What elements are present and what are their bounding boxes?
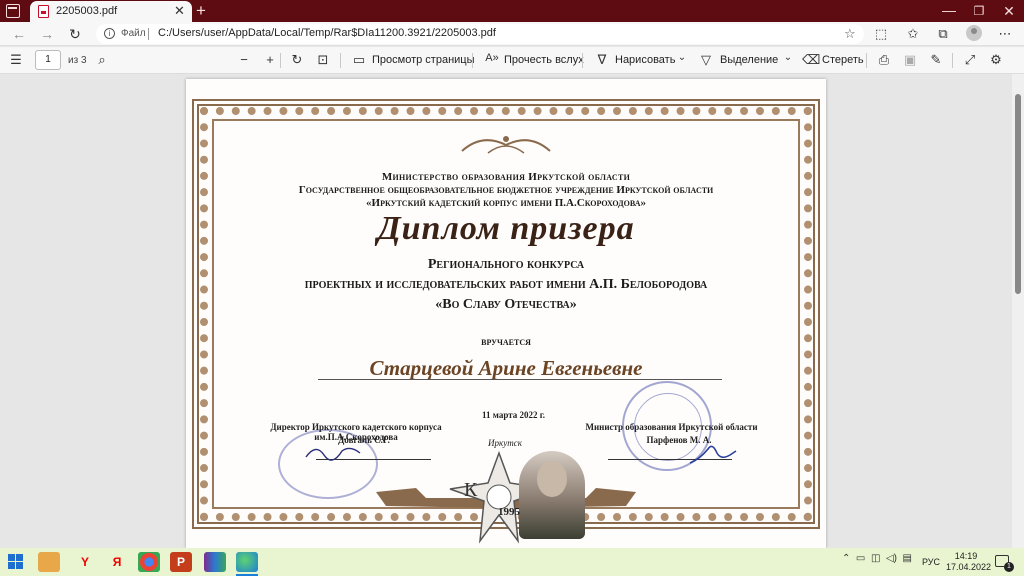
ministry-heading: Министерство образования Иркутской облас… — [381, 171, 631, 183]
page-view-icon[interactable]: ▭ — [351, 52, 367, 68]
edge-icon[interactable] — [236, 552, 258, 572]
divider — [952, 53, 953, 68]
read-aloud-button[interactable]: Прочесть вслух — [504, 54, 584, 66]
tab-close-icon[interactable]: ✕ — [174, 3, 185, 19]
fullscreen-icon[interactable]: ⤢ — [962, 52, 978, 68]
contents-list-icon[interactable]: ☰ — [8, 52, 24, 68]
pdf-toolbar: ☰ 1 из 3 ⌕ − + ↻ ⊡ ▭ Просмотр страницы A… — [0, 47, 1024, 74]
page-count: из 3 — [68, 55, 87, 66]
contest-line-2: проектных и исследовательских работ имен… — [304, 277, 708, 292]
minister-signature — [689, 445, 737, 464]
divider — [472, 53, 473, 68]
page-view-button[interactable]: Просмотр страницы — [372, 54, 475, 66]
search-icon[interactable]: ⌕ — [94, 52, 110, 68]
url-text[interactable]: C:/Users/user/AppData/Local/Temp/Rar$DIa… — [158, 27, 496, 39]
settings-gear-icon[interactable]: ⚙ — [988, 52, 1004, 68]
zoom-out-icon[interactable]: − — [236, 52, 252, 67]
page-number-input[interactable]: 1 — [35, 50, 61, 70]
favorite-star-icon[interactable]: ☆ — [844, 26, 856, 42]
winrar-icon[interactable] — [204, 552, 226, 572]
forward-arrow-icon[interactable]: → — [38, 25, 56, 43]
award-date: 11 марта 2022 г. — [482, 410, 546, 420]
title-bar: 2205003.pdf ✕ + — ❐ ✕ — [0, 0, 1024, 22]
general-portrait — [519, 451, 585, 539]
tab-active[interactable]: 2205003.pdf ✕ — [30, 1, 192, 22]
fit-page-icon[interactable]: ⊡ — [315, 52, 331, 68]
window-menu-icon[interactable] — [6, 4, 20, 18]
info-icon[interactable]: i — [104, 28, 115, 39]
yandex-icon[interactable]: Я — [106, 552, 128, 572]
chrome-icon[interactable] — [138, 552, 160, 572]
draw-button[interactable]: Нарисовать — [615, 54, 675, 66]
recipient-name: Старцевой Арине Евгеньевне — [369, 356, 643, 380]
system-tray-icons[interactable]: ⌃ ▭ ◫ ◁) ▤ — [842, 553, 912, 564]
divider — [280, 53, 281, 68]
close-window-button[interactable]: ✕ — [994, 0, 1024, 22]
profile-avatar[interactable] — [966, 25, 982, 41]
emblem-city-label: Иркутск — [488, 438, 522, 448]
save-icon[interactable]: ▣ — [902, 52, 918, 68]
pdf-page: Министерство образования Иркутской облас… — [186, 79, 826, 548]
minimize-button[interactable]: — — [934, 0, 964, 22]
url-field[interactable]: i Файл C:/Users/user/AppData/Local/Temp/… — [96, 24, 864, 44]
extensions-icon[interactable]: ⬚ — [872, 26, 890, 42]
notification-badge: 1 — [1004, 562, 1014, 572]
back-arrow-icon[interactable]: ← — [10, 25, 28, 43]
clock-date: 17.04.2022 — [946, 562, 992, 572]
emblem-letter: К — [464, 479, 478, 501]
divider — [340, 53, 341, 68]
clock[interactable]: 14:19 17.04.2022 — [946, 551, 992, 573]
maximize-button[interactable]: ❐ — [964, 0, 994, 22]
save-as-icon[interactable]: ✎ — [928, 52, 944, 68]
windows-start-icon[interactable] — [8, 554, 24, 570]
collections-icon[interactable]: ⧉ — [934, 26, 952, 42]
corps-heading: «Иркутский кадетский корпус имени П.А.Ск… — [366, 197, 646, 209]
chevron-down-icon[interactable]: ⌄ — [780, 52, 796, 63]
emblem-year: 1995 — [498, 506, 520, 518]
vertical-scrollbar[interactable] — [1012, 74, 1024, 548]
institution-heading: Государственное общеобразовательное бюдж… — [298, 184, 714, 196]
chevron-down-icon[interactable]: ⌄ — [674, 52, 690, 63]
draw-pen-icon[interactable]: ∇ — [594, 52, 610, 68]
minister-title: Министр образования Иркутской области — [585, 422, 758, 432]
divider — [866, 53, 867, 68]
new-tab-button[interactable]: + — [196, 1, 206, 21]
tab-title: 2205003.pdf — [56, 5, 118, 17]
more-menu-icon[interactable]: ⋯ — [996, 26, 1014, 42]
contest-line-1: Регионального конкурса — [427, 257, 585, 272]
divider — [582, 53, 583, 68]
contest-line-3: «Во Славу Отечества» — [435, 297, 577, 312]
refresh-icon[interactable]: ↻ — [66, 25, 84, 43]
file-explorer-icon[interactable] — [38, 552, 60, 572]
awarded-label: вручается — [481, 334, 531, 348]
highlight-button[interactable]: Выделение — [720, 54, 778, 66]
url-scheme-label: Файл — [121, 28, 146, 39]
powerpoint-icon[interactable]: P — [170, 552, 192, 572]
director-signature — [305, 447, 361, 461]
top-flourish-ornament — [461, 136, 551, 154]
eraser-icon[interactable]: ⌫ — [802, 52, 820, 68]
diploma-title: Диплом призера — [377, 210, 635, 247]
clock-time: 14:19 — [954, 551, 978, 561]
zoom-in-icon[interactable]: + — [262, 52, 278, 67]
pdf-file-icon — [38, 5, 49, 18]
favorites-icon[interactable]: ✩ — [904, 26, 922, 42]
recipient-underline — [318, 379, 722, 380]
rotate-icon[interactable]: ↻ — [289, 52, 305, 68]
print-icon[interactable]: ⎙ — [876, 52, 892, 68]
scrollbar-thumb[interactable] — [1015, 94, 1021, 294]
erase-button[interactable]: Стереть — [822, 54, 864, 66]
highlight-icon[interactable]: ▽ — [698, 52, 714, 68]
yandex-browser-icon[interactable]: Y — [74, 552, 96, 572]
address-bar: ← → ↻ i Файл C:/Users/user/AppData/Local… — [0, 22, 1024, 46]
language-indicator[interactable]: РУС — [922, 557, 940, 567]
read-aloud-icon[interactable]: A» — [484, 52, 500, 64]
taskbar: Y Я P ⌃ ▭ ◫ ◁) ▤ РУС 14:19 17.04.2022 1 — [0, 548, 1024, 576]
url-separator — [148, 28, 149, 40]
